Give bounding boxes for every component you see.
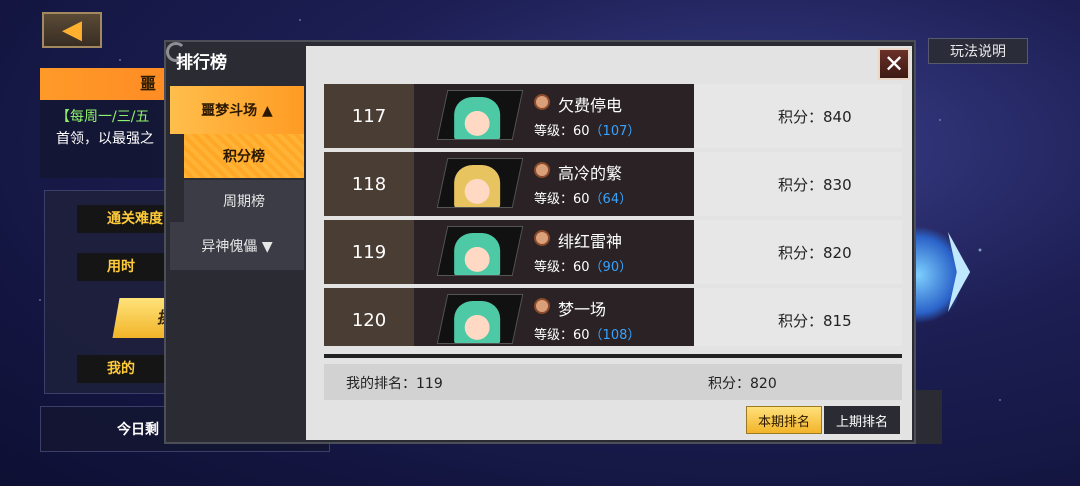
tab-points-board[interactable]: 积分榜: [184, 134, 304, 178]
modal-title: 排行榜: [176, 53, 227, 73]
my-score-text: 积分：820: [708, 376, 777, 392]
tab-nightmare-arena[interactable]: 噩梦斗场 ▲: [170, 86, 304, 134]
level-sub: （108）: [589, 328, 641, 343]
player-name: 欠费停电: [558, 96, 623, 115]
level-text: 等级：60: [534, 192, 590, 207]
rank-number: 119: [324, 220, 414, 284]
level-text: 等级：60: [534, 124, 590, 139]
level-sub: （107）: [589, 124, 641, 139]
faction-badge-icon: [534, 298, 550, 314]
avatar-portrait: [454, 301, 501, 344]
level-sub: （64）: [589, 192, 633, 207]
player-score: 积分：830: [778, 176, 852, 194]
avatar: [436, 294, 524, 344]
faction-badge-icon: [534, 94, 550, 110]
rules-button[interactable]: 玩法说明: [928, 38, 1028, 64]
previous-period-tab[interactable]: 上期排名: [824, 406, 900, 434]
tab-cycle-board[interactable]: 周期榜: [184, 180, 304, 222]
rank-number: 120: [324, 288, 414, 346]
close-x-icon: ✕: [883, 50, 905, 78]
leaderboard-row[interactable]: 120 梦一场 等级：60（108） 积分：815: [324, 288, 902, 346]
leaderboard-row[interactable]: 117 欠费停电 等级：60（107） 积分：840: [324, 84, 902, 148]
rank-number: 117: [324, 84, 414, 148]
player-level: 等级：60（107）: [534, 120, 640, 139]
avatar: [436, 90, 524, 140]
player-name: 高冷的繁: [558, 164, 623, 183]
rank-number: 118: [324, 152, 414, 216]
player-score: 积分：815: [778, 312, 852, 330]
faction-badge-icon: [534, 162, 550, 178]
player-name: 绯红雷神: [558, 232, 623, 251]
tab-alien-puppet[interactable]: 异神傀儡 ▼: [170, 222, 304, 270]
avatar-portrait: [454, 97, 501, 140]
leaderboard-row[interactable]: 119 绯红雷神 等级：60（90） 积分：820: [324, 220, 902, 284]
back-arrow-icon: ◀: [62, 15, 82, 45]
leaderboard-content: 117 欠费停电 等级：60（107） 积分：840 118 高冷的繁 等级：6…: [306, 46, 912, 440]
avatar: [436, 158, 524, 208]
close-button[interactable]: ✕: [878, 48, 910, 80]
my-rank-text: 我的排名：119: [346, 376, 443, 392]
level-text: 等级：60: [534, 328, 590, 343]
list-divider: [324, 354, 902, 358]
player-level: 等级：60（64）: [534, 188, 632, 207]
leaderboard-modal: 排行榜 噩梦斗场 ▲ 积分榜 周期榜 异神傀儡 ▼ 117 欠费停电 等级：60…: [164, 40, 916, 444]
player-score: 积分：840: [778, 108, 852, 126]
leaderboard-row[interactable]: 118 高冷的繁 等级：60（64） 积分：830: [324, 152, 902, 216]
avatar-portrait: [454, 165, 501, 208]
level-sub: （90）: [589, 260, 633, 275]
player-level: 等级：60（108）: [534, 324, 640, 343]
leaderboard-list[interactable]: 117 欠费停电 等级：60（107） 积分：840 118 高冷的繁 等级：6…: [324, 84, 902, 346]
avatar: [436, 226, 524, 276]
current-period-tab[interactable]: 本期排名: [746, 406, 822, 434]
player-name: 梦一场: [558, 300, 607, 319]
my-rank-bar: 我的排名：119 积分：820: [324, 364, 902, 400]
back-button[interactable]: ◀: [42, 12, 102, 48]
modal-edge-strip: [916, 390, 942, 444]
avatar-portrait: [454, 233, 501, 276]
level-text: 等级：60: [534, 260, 590, 275]
player-level: 等级：60（90）: [534, 256, 632, 275]
faction-badge-icon: [534, 230, 550, 246]
player-score: 积分：820: [778, 244, 852, 262]
